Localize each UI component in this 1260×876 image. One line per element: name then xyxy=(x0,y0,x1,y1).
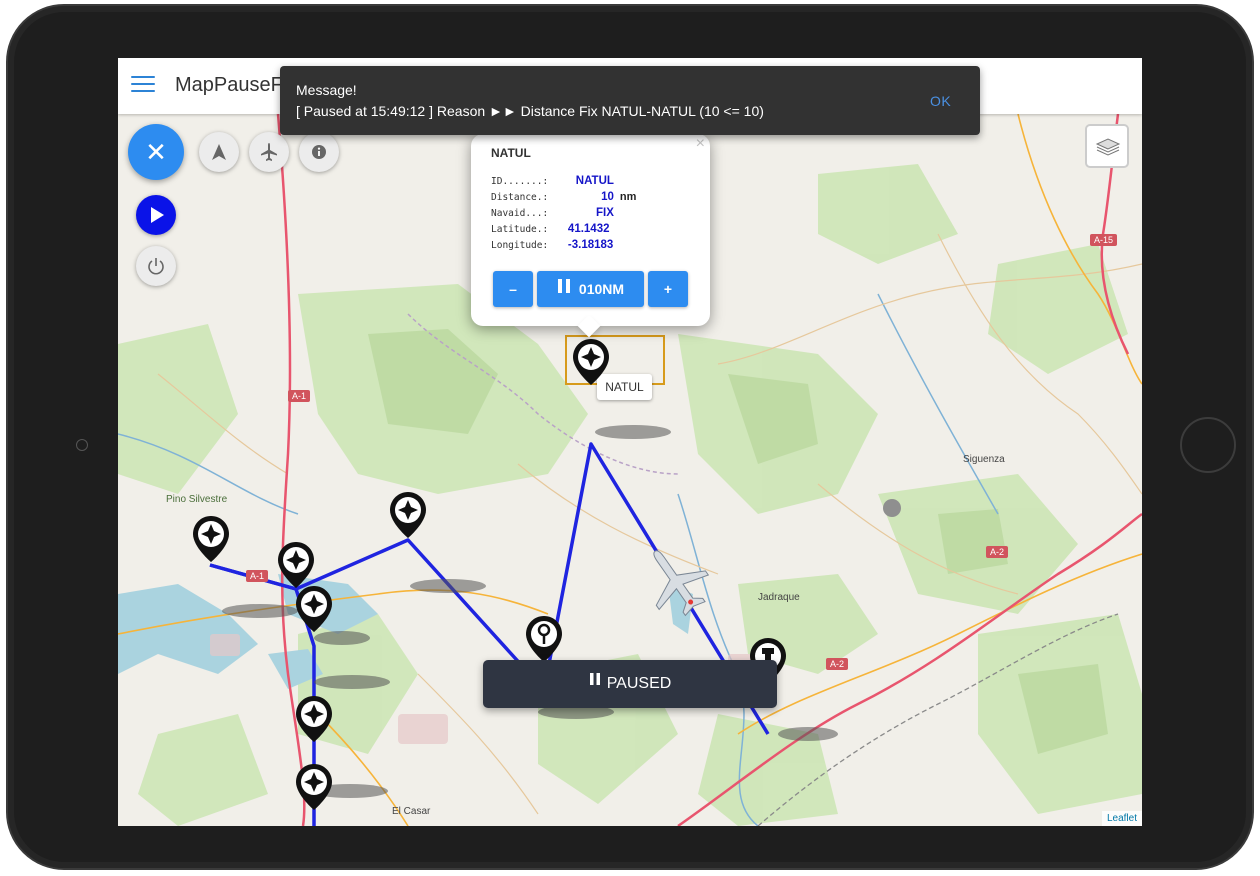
pause-icon xyxy=(589,658,601,706)
app-title: MapPauseF xyxy=(175,74,283,96)
info-button[interactable] xyxy=(299,132,339,172)
play-icon xyxy=(151,207,164,223)
power-button[interactable] xyxy=(136,246,176,286)
snackbar-message: [ Paused at 15:49:12 ] Reason ►► Distanc… xyxy=(296,103,764,119)
message-snackbar: Message! [ Paused at 15:49:12 ] Reason ►… xyxy=(280,66,980,135)
waypoint-tooltip: NATUL xyxy=(597,374,652,400)
navigation-arrow-icon xyxy=(212,144,226,160)
snackbar-title: Message! xyxy=(296,82,357,98)
place-label-jadraque: Jadraque xyxy=(758,592,800,603)
place-label-pino: Pino Silvestre xyxy=(166,494,228,505)
place-label-siguenza: Siguenza xyxy=(963,454,1005,465)
pause-icon xyxy=(557,271,571,307)
navigate-button[interactable] xyxy=(199,132,239,172)
road-shield-a1b: A-1 xyxy=(246,570,269,582)
popup-title: NATUL xyxy=(491,146,531,160)
pause-distance-button[interactable]: 010NM xyxy=(537,271,644,307)
waypoint-popup: × NATUL ID.......: NATUL Distance.: 10 n… xyxy=(471,134,710,338)
layers-icon xyxy=(1095,138,1121,156)
power-icon xyxy=(148,258,164,275)
place-label-el-casar: El Casar xyxy=(392,806,431,817)
airplane-icon xyxy=(261,143,277,161)
road-shield-a2b: A-2 xyxy=(826,658,849,670)
hamburger-icon[interactable] xyxy=(131,76,155,96)
road-shield-a15: A-15 xyxy=(1090,234,1118,246)
distance-label: 010NM xyxy=(578,281,625,297)
paused-status-bar: PAUSED xyxy=(483,660,777,708)
popup-row-distance: Distance.: 10 nm xyxy=(491,191,637,203)
play-button[interactable] xyxy=(136,195,176,235)
popup-row-id: ID.......: NATUL xyxy=(491,175,614,187)
home-button[interactable] xyxy=(1180,417,1236,473)
camera-icon xyxy=(76,439,88,451)
road-shield-a1: A-1 xyxy=(288,390,311,402)
increase-distance-button[interactable]: + xyxy=(648,271,688,307)
popup-details: ID.......: NATUL Distance.: 10 nm Navaid… xyxy=(491,175,636,255)
decrease-distance-button[interactable]: – xyxy=(493,271,533,307)
snackbar-ok-button[interactable]: OK xyxy=(930,93,951,109)
close-icon: ✕ xyxy=(145,137,167,167)
map-attribution[interactable]: Leaflet xyxy=(1101,811,1142,826)
airplane-button[interactable] xyxy=(249,132,289,172)
info-icon xyxy=(312,145,326,159)
popup-row-navaid: Navaid...: FIX xyxy=(491,207,614,219)
road-shield-a2: A-2 xyxy=(986,546,1009,558)
close-fab-button[interactable]: ✕ xyxy=(128,124,184,180)
paused-label: PAUSED xyxy=(606,675,672,692)
app-screen: Siguenza Jadraque Pino Silvestre El Casa… xyxy=(118,58,1142,826)
popup-row-latitude: Latitude.: 41.1432 xyxy=(491,223,610,235)
popup-row-longitude: Longitude: -3.18183 xyxy=(491,239,614,251)
popup-close-button[interactable]: × xyxy=(696,135,705,153)
layers-button[interactable] xyxy=(1085,124,1129,168)
